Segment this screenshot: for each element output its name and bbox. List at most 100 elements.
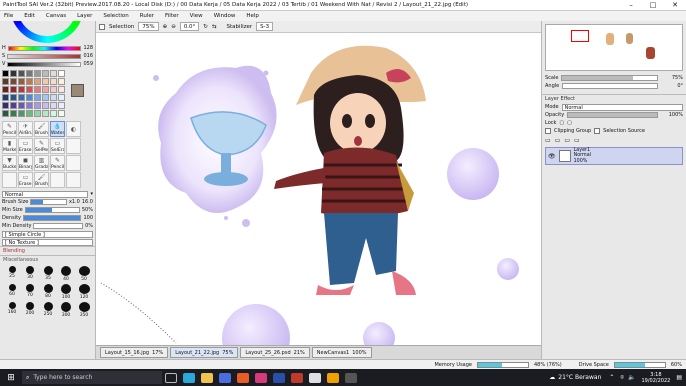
color-swatch[interactable]	[10, 86, 17, 93]
tool-binary[interactable]: ◼ Binary	[18, 155, 33, 171]
menu-help[interactable]: Help	[246, 13, 259, 19]
color-swatch[interactable]	[34, 110, 41, 117]
min-density-row[interactable]: Min Density 0%	[0, 222, 95, 230]
color-swatch[interactable]	[26, 102, 33, 109]
layer-effect-section[interactable]: Layer Effect	[542, 94, 686, 103]
brush-size-preset[interactable]: 350	[76, 302, 92, 318]
zoom-out-icon[interactable]: ⊖	[171, 24, 176, 30]
app-icon-sai[interactable]	[291, 372, 303, 383]
brush-size-preset[interactable]: 250	[40, 302, 56, 318]
min-size-row[interactable]: Min Size 50%	[0, 206, 95, 214]
color-swatch[interactable]	[42, 102, 49, 109]
miscellaneous-section[interactable]: Miscellaneous	[0, 255, 95, 264]
layer-opacity-row[interactable]: Opacity 100%	[542, 111, 686, 119]
menu-view[interactable]: View	[190, 13, 203, 19]
current-color-swatch[interactable]	[71, 84, 84, 97]
selection-checkbox[interactable]	[99, 23, 105, 30]
brush-size-preset[interactable]: 70	[22, 284, 38, 300]
brush-size-preset[interactable]: 60	[4, 284, 20, 300]
app-icon-media[interactable]	[309, 372, 321, 383]
color-swatch[interactable]	[42, 86, 49, 93]
color-swatch[interactable]	[50, 86, 57, 93]
color-swatch[interactable]	[2, 102, 9, 109]
navigator-scale-row[interactable]: Scale 75%	[542, 74, 686, 82]
brush-texture-select[interactable]: [ No Texture ]	[0, 238, 95, 246]
zoom-input[interactable]: 75%	[138, 22, 159, 31]
stabilizer-select[interactable]: S-3	[256, 22, 274, 31]
windows-start-icon[interactable]: ⊞	[0, 373, 22, 383]
doc-tab-layout-15-16[interactable]: Layout_15_16.jpg 17%	[100, 347, 169, 358]
color-swatch[interactable]	[2, 94, 9, 101]
tool-empty-4[interactable]	[50, 172, 65, 188]
new-folder-icon[interactable]: ▭	[555, 137, 561, 145]
color-swatch[interactable]	[58, 78, 65, 85]
density-row[interactable]: Density 100	[0, 214, 95, 222]
app-icon-illustrator[interactable]	[237, 372, 249, 383]
color-swatch[interactable]	[2, 70, 9, 77]
color-swatch[interactable]	[10, 94, 17, 101]
color-swatch[interactable]	[2, 86, 9, 93]
color-swatch[interactable]	[34, 102, 41, 109]
app-icon-indesign[interactable]	[255, 372, 267, 383]
tool-eraser-2[interactable]: ▭ Eraser	[18, 172, 33, 188]
color-swatch[interactable]	[10, 102, 17, 109]
brush-size-preset[interactable]: 30	[22, 266, 38, 282]
task-view-icon[interactable]	[165, 372, 177, 383]
tool-eraser[interactable]: ▭ Eraser	[18, 138, 33, 154]
color-swatch[interactable]	[2, 110, 9, 117]
lock-icon[interactable]: ▢	[559, 120, 564, 126]
tray-chevron-icon[interactable]: ⌃	[609, 374, 614, 381]
doc-tab-layout-25-26[interactable]: Layout_25_26.psd 21%	[240, 347, 310, 358]
saturation-slider[interactable]: S 016	[0, 52, 95, 60]
doc-tab-layout-21-22[interactable]: Layout_21_22.jpg 75%	[170, 347, 239, 358]
brush-size-preset[interactable]: 80	[40, 284, 56, 300]
color-swatch[interactable]	[26, 70, 33, 77]
menu-filter[interactable]: Filter	[165, 13, 179, 19]
color-swatch[interactable]	[58, 94, 65, 101]
menu-edit[interactable]: Edit	[24, 13, 35, 19]
menu-window[interactable]: Window	[214, 13, 236, 19]
tool-selpen[interactable]: ✎ SelPen	[34, 138, 49, 154]
tool-brush-2[interactable]: 🖌 Brush	[34, 172, 49, 188]
menu-ruler[interactable]: Ruler	[140, 13, 154, 19]
menu-selection[interactable]: Selection	[103, 13, 128, 19]
layer-mode-row[interactable]: Mode Normal	[542, 103, 686, 111]
color-swatch[interactable]	[42, 94, 49, 101]
minimize-icon[interactable]: –	[620, 1, 642, 9]
color-swatch[interactable]	[58, 70, 65, 77]
doc-tab-newcanvas1[interactable]: NewCanvas1 100%	[311, 347, 372, 358]
value-slider[interactable]: V 059	[0, 60, 95, 68]
color-swatch[interactable]	[42, 78, 49, 85]
app-icon-photoshop[interactable]	[273, 372, 285, 383]
color-swatch[interactable]	[18, 102, 25, 109]
drawing-canvas[interactable]	[96, 33, 541, 345]
navigator-angle-row[interactable]: Angle 0°	[542, 82, 686, 90]
color-swatch[interactable]	[26, 94, 33, 101]
color-swatch[interactable]	[34, 94, 41, 101]
tool-gradation[interactable]: ▥Gradati...	[34, 155, 49, 171]
brush-size-preset[interactable]: 200	[22, 302, 38, 318]
tool-empty-2[interactable]	[66, 155, 81, 171]
network-icon[interactable]: ⌾	[620, 374, 624, 382]
brush-size-preset[interactable]: 100	[58, 284, 74, 300]
tool-bucket[interactable]: ▼ Bucket	[2, 155, 17, 171]
tool-marker[interactable]: ▮Marker	[2, 138, 17, 154]
rotate-icon[interactable]: ↻	[203, 24, 208, 30]
tool-empty-3[interactable]	[2, 172, 17, 188]
color-swatch[interactable]	[18, 70, 25, 77]
tool-water[interactable]: 💧 Water	[50, 121, 65, 137]
menu-file[interactable]: File	[4, 13, 13, 19]
app-icon-sketch[interactable]	[327, 372, 339, 383]
weather-icon[interactable]: ☁	[549, 374, 555, 381]
weather-text[interactable]: 21°C Berawan	[558, 374, 601, 381]
navigator-preview[interactable]	[545, 24, 683, 71]
app-icon-edge[interactable]	[183, 372, 195, 383]
color-swatch[interactable]	[34, 70, 41, 77]
menu-layer[interactable]: Layer	[77, 13, 92, 19]
brush-shape-select[interactable]: [ Simple Circle ]	[0, 230, 95, 238]
color-swatch[interactable]	[42, 110, 49, 117]
brush-size-preset[interactable]: 35	[40, 266, 56, 282]
color-swatch[interactable]	[10, 78, 17, 85]
selection-source-checkbox[interactable]	[594, 128, 601, 134]
color-swatch[interactable]	[18, 94, 25, 101]
